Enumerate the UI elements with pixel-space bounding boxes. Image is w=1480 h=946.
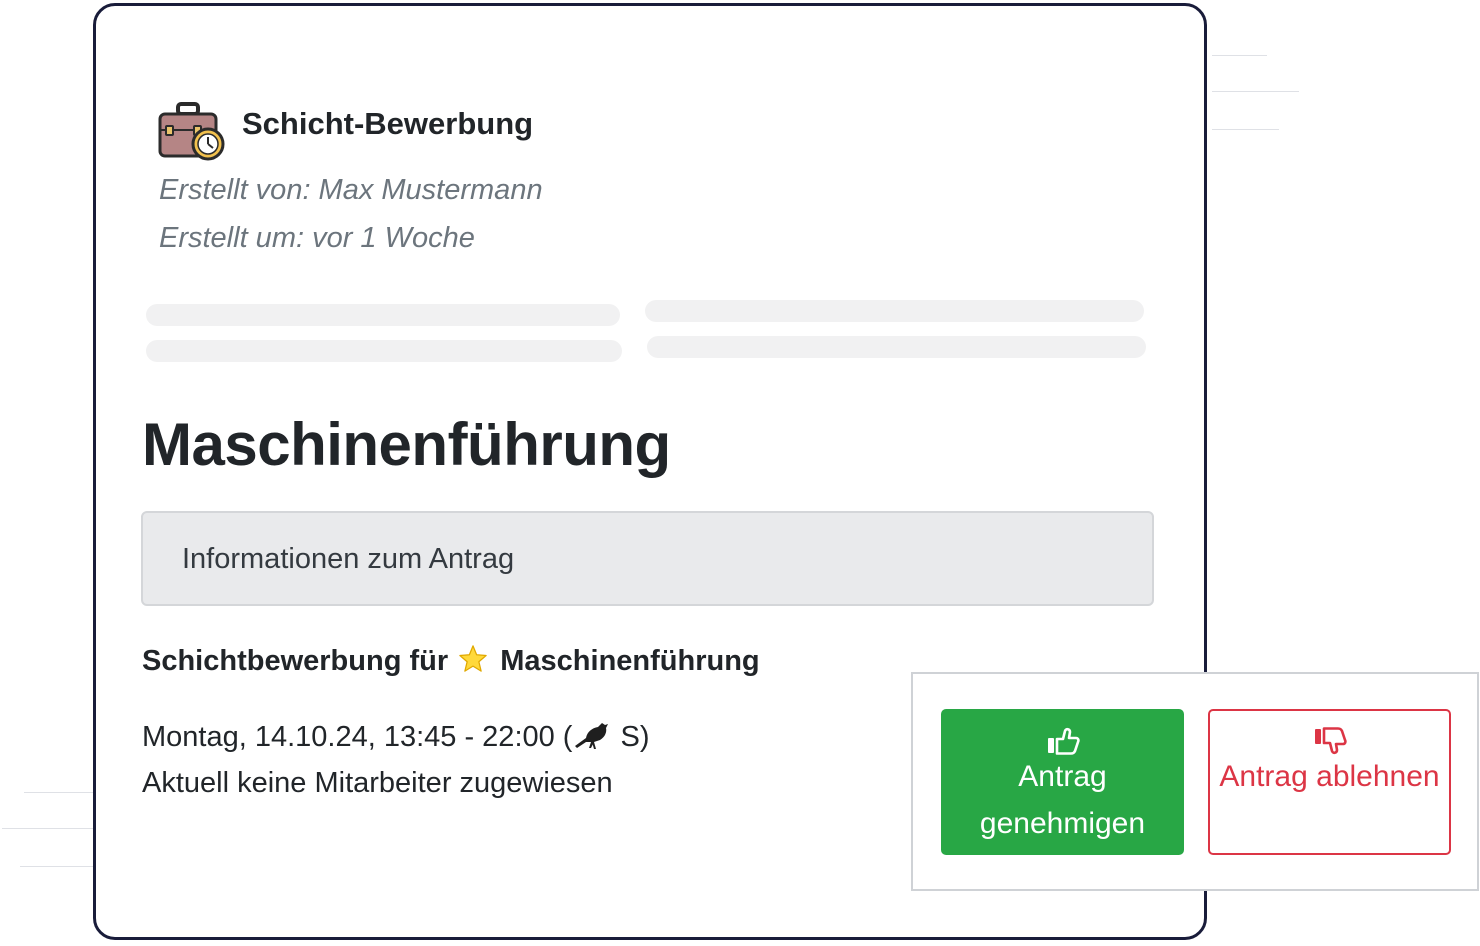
decorative-line (1212, 129, 1279, 130)
created-at-text: Erstellt um: vor 1 Woche (159, 222, 475, 254)
shift-time-text: Montag, 14.10.24, 13:45 - 22:00 ( (142, 721, 573, 753)
approve-button[interactable]: Antrag genehmigen (941, 709, 1184, 855)
card-title: Schicht-Bewerbung (242, 106, 534, 141)
decorative-line (2, 828, 93, 829)
reject-button[interactable]: Antrag ablehnen (1208, 709, 1451, 855)
skeleton-placeholder (146, 304, 620, 326)
decorative-line (20, 866, 93, 867)
info-box[interactable]: Informationen zum Antrag (141, 511, 1154, 606)
decorative-line (1212, 55, 1267, 56)
shift-time-suffix: S) (612, 721, 650, 753)
action-panel: Antrag genehmigen Antrag ablehnen (911, 672, 1479, 891)
created-by-text: Erstellt von: Max Mustermann (159, 174, 543, 206)
star-icon (458, 644, 488, 674)
briefcase-clock-icon (158, 102, 226, 164)
skeleton-placeholder (647, 336, 1146, 358)
shift-time: Montag, 14.10.24, 13:45 - 22:00 ( S) (142, 719, 650, 754)
decorative-line (24, 792, 93, 793)
reject-button-label: Antrag ablehnen (1219, 760, 1440, 793)
page-title: Maschinenführung (142, 411, 671, 478)
thumbs-up-icon (1046, 723, 1080, 755)
application-heading: Schichtbewerbung für Maschinenführung (142, 644, 760, 678)
skeleton-placeholder (645, 300, 1144, 322)
decorative-line (1212, 91, 1299, 92)
skeleton-placeholder (146, 340, 622, 362)
thumbs-down-icon (1313, 723, 1347, 755)
approve-button-label: Antrag genehmigen (979, 760, 1146, 840)
crow-icon (572, 719, 612, 751)
info-box-label: Informationen zum Antrag (182, 543, 515, 575)
application-position: Maschinenführung (500, 645, 760, 677)
application-prefix: Schichtbewerbung für (142, 645, 449, 677)
assignment-status: Aktuell keine Mitarbeiter zugewiesen (142, 767, 613, 799)
